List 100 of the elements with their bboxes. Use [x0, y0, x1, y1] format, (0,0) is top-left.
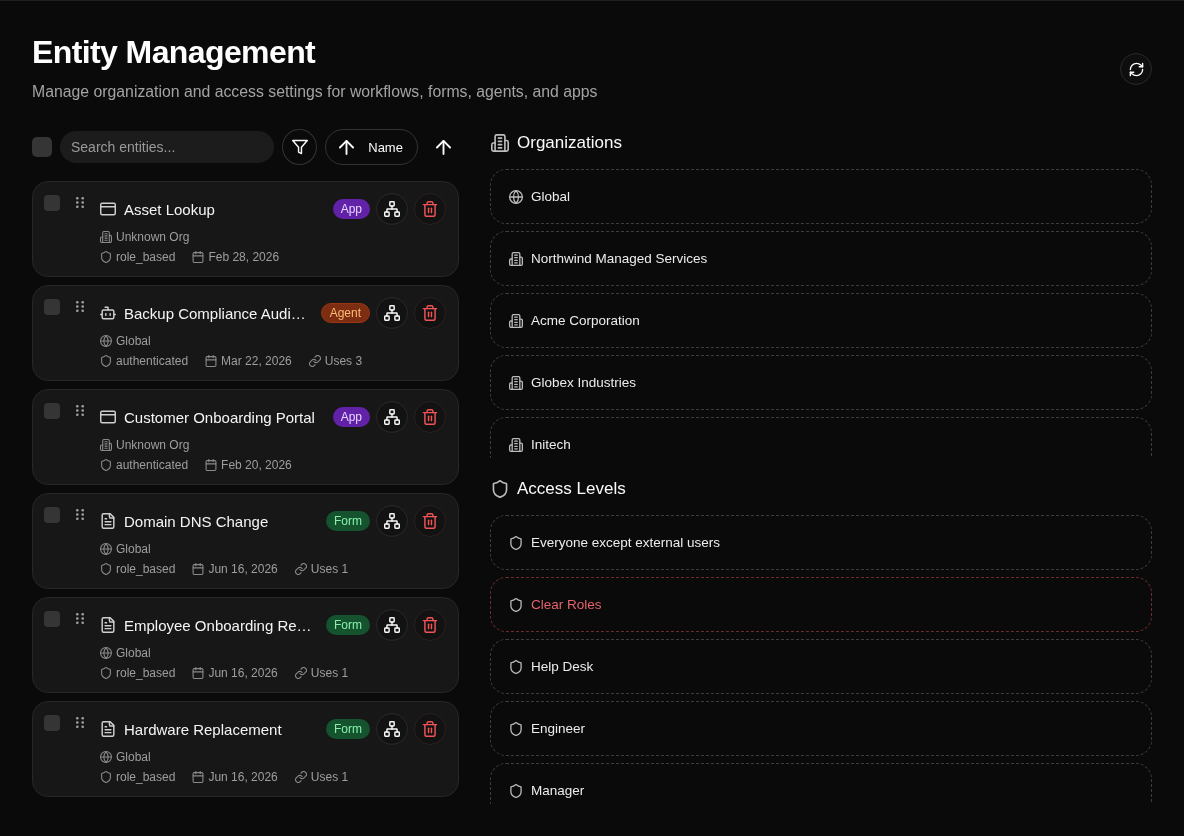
hierarchy-icon [384, 721, 400, 737]
checkbox[interactable] [44, 611, 60, 627]
access-text: role_based [116, 562, 176, 576]
organization-text: Global [116, 750, 151, 764]
delete-button[interactable] [414, 713, 446, 745]
organization-item[interactable]: Globex Industries [490, 355, 1152, 410]
access-level-item[interactable]: Manager [490, 763, 1152, 804]
type-badge: Form [326, 719, 370, 739]
shield-icon [509, 721, 523, 736]
calendar-icon [192, 563, 205, 575]
hierarchy-icon [384, 513, 400, 529]
organization-item[interactable]: Initech [490, 417, 1152, 458]
page-title: Entity Management [32, 33, 317, 72]
checkbox[interactable] [44, 403, 60, 419]
hierarchy-button[interactable] [376, 505, 408, 537]
date-text: Jun 16, 2026 [208, 562, 278, 576]
hierarchy-icon [384, 201, 400, 217]
hierarchy-icon [384, 409, 400, 425]
globe-icon [509, 189, 523, 204]
select-all-checkbox[interactable] [32, 137, 52, 157]
link-icon [294, 667, 307, 679]
type-badge: Form [326, 615, 370, 635]
app-window-icon [100, 201, 116, 217]
shield-icon [100, 251, 112, 263]
arrow-up-icon [435, 139, 451, 155]
building-icon [509, 313, 523, 328]
organization-item[interactable]: Northwind Managed Services [490, 231, 1152, 286]
shield-icon [491, 480, 509, 498]
access-text: role_based [116, 770, 176, 784]
shield-icon [509, 535, 523, 550]
drag-handle-icon[interactable] [76, 509, 84, 520]
shield-icon [100, 355, 112, 367]
uses-text: Uses 1 [310, 562, 349, 576]
shield-icon [100, 667, 112, 679]
drag-handle-icon[interactable] [76, 197, 84, 208]
hierarchy-button[interactable] [376, 609, 408, 641]
hierarchy-button[interactable] [376, 401, 408, 433]
delete-button[interactable] [414, 609, 446, 641]
hierarchy-button[interactable] [376, 297, 408, 329]
trash-icon [422, 305, 438, 321]
app-window-icon [100, 409, 116, 425]
drag-handle-icon[interactable] [76, 717, 84, 728]
checkbox[interactable] [44, 507, 60, 523]
hierarchy-button[interactable] [376, 193, 408, 225]
organization-text: Global [116, 334, 151, 348]
organization-item[interactable]: Global [490, 169, 1152, 224]
organization-item[interactable]: Acme Corporation [490, 293, 1152, 348]
access-text: authenticated [116, 354, 189, 368]
hierarchy-icon [384, 617, 400, 633]
uses-text: Uses 1 [310, 666, 349, 680]
entity-name: Hardware Replacement [124, 720, 283, 738]
calendar-icon [205, 355, 218, 367]
date-text: Jun 16, 2026 [208, 666, 278, 680]
hierarchy-icon [384, 305, 400, 321]
drag-handle-icon[interactable] [76, 405, 84, 416]
document-icon [100, 721, 116, 737]
uses-text: Uses 1 [310, 770, 349, 784]
drag-handle-icon[interactable] [76, 613, 84, 624]
globe-icon [100, 647, 112, 659]
page-subtitle: Manage organization and access settings for workflows, forms, agents, and apps [32, 82, 598, 102]
entity-name: Backup Compliance Audi… [124, 304, 307, 322]
checkbox[interactable] [44, 195, 60, 211]
delete-button[interactable] [414, 297, 446, 329]
uses-text: Uses 3 [324, 354, 363, 368]
shield-icon [509, 659, 523, 674]
type-badge: Agent [320, 303, 370, 323]
date-text: Jun 16, 2026 [208, 770, 278, 784]
delete-button[interactable] [414, 193, 446, 225]
calendar-icon [192, 251, 205, 263]
access-level-item[interactable]: Engineer [490, 701, 1152, 756]
trash-icon [422, 513, 438, 529]
access-level-item[interactable]: Clear Roles [490, 577, 1152, 632]
delete-button[interactable] [414, 505, 446, 537]
calendar-icon [205, 459, 218, 471]
trash-icon [422, 721, 438, 737]
entity-name: Employee Onboarding Re… [124, 616, 313, 634]
checkbox[interactable] [44, 715, 60, 731]
access-text: role_based [116, 666, 176, 680]
trash-icon [422, 201, 438, 217]
building-icon [100, 439, 112, 451]
entity-name: Domain DNS Change [124, 512, 270, 530]
link-icon [294, 563, 307, 575]
building-icon [491, 134, 509, 152]
delete-button[interactable] [414, 401, 446, 433]
calendar-icon [192, 771, 205, 783]
shield-icon [100, 459, 112, 471]
type-badge: App [332, 199, 370, 219]
access-level-item[interactable]: Help Desk [490, 639, 1152, 694]
access-level-item[interactable]: Everyone except external users [490, 515, 1152, 570]
shield-icon [509, 597, 523, 612]
search-field[interactable]: Search entities... [60, 131, 275, 163]
organization-text: Global [116, 542, 151, 556]
refresh-button[interactable] [1120, 53, 1152, 85]
shield-icon [100, 771, 112, 783]
date-text: Feb 20, 2026 [221, 458, 292, 472]
drag-handle-icon[interactable] [76, 301, 84, 312]
hierarchy-button[interactable] [376, 713, 408, 745]
entity-name: Asset Lookup [124, 200, 216, 218]
checkbox[interactable] [44, 299, 60, 315]
robot-icon [100, 305, 116, 321]
